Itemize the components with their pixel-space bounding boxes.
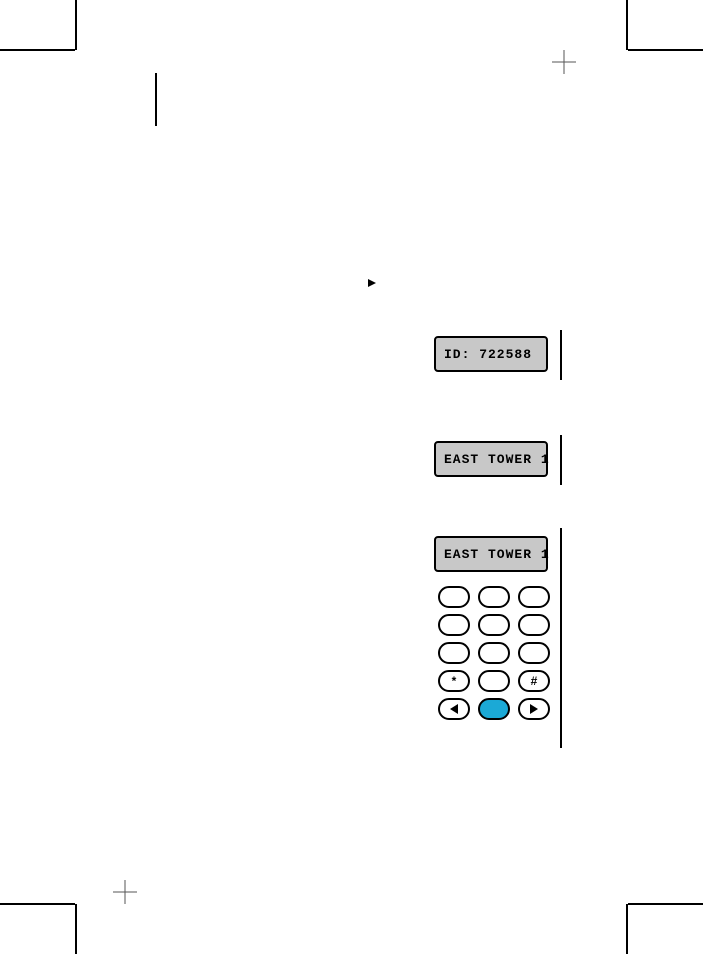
key-4[interactable] <box>438 614 470 636</box>
key-0[interactable] <box>478 670 510 692</box>
crop-mark <box>628 903 703 905</box>
crop-mark <box>626 904 628 954</box>
registration-mark <box>552 50 576 74</box>
key-9[interactable] <box>518 642 550 664</box>
key-3[interactable] <box>518 586 550 608</box>
key-hash[interactable]: # <box>518 670 550 692</box>
inner-mark <box>155 73 157 126</box>
keypad-row-4: * # <box>436 670 552 692</box>
crop-mark <box>628 49 703 51</box>
arrow-left-icon <box>450 704 458 714</box>
key-1[interactable] <box>438 586 470 608</box>
keypad: * # <box>434 586 554 720</box>
device-with-keypad: EAST TOWER 1 * # <box>428 528 562 748</box>
crop-mark <box>75 0 77 50</box>
lcd-display-1: ID: 722588 <box>428 330 562 380</box>
crop-mark <box>0 903 75 905</box>
lcd-screen-text: EAST TOWER 1 <box>434 536 548 572</box>
keypad-row-2 <box>436 614 552 636</box>
key-5[interactable] <box>478 614 510 636</box>
key-star[interactable]: * <box>438 670 470 692</box>
lcd-display-2: EAST TOWER 1 <box>428 435 562 485</box>
keypad-row-1 <box>436 586 552 608</box>
key-left-arrow[interactable] <box>438 698 470 720</box>
registration-mark <box>113 880 137 904</box>
lcd-screen-text: EAST TOWER 1 <box>434 441 548 477</box>
keypad-row-3 <box>436 642 552 664</box>
key-2[interactable] <box>478 586 510 608</box>
crop-mark <box>75 904 77 954</box>
crop-mark <box>626 0 628 50</box>
key-7[interactable] <box>438 642 470 664</box>
lcd-screen-text: ID: 722588 <box>434 336 548 372</box>
crop-mark <box>0 49 75 51</box>
key-6[interactable] <box>518 614 550 636</box>
arrow-right-icon <box>530 704 538 714</box>
key-8[interactable] <box>478 642 510 664</box>
key-right-arrow[interactable] <box>518 698 550 720</box>
key-center-blue[interactable] <box>478 698 510 720</box>
play-marker-icon <box>368 279 376 287</box>
keypad-nav-row <box>436 698 552 720</box>
